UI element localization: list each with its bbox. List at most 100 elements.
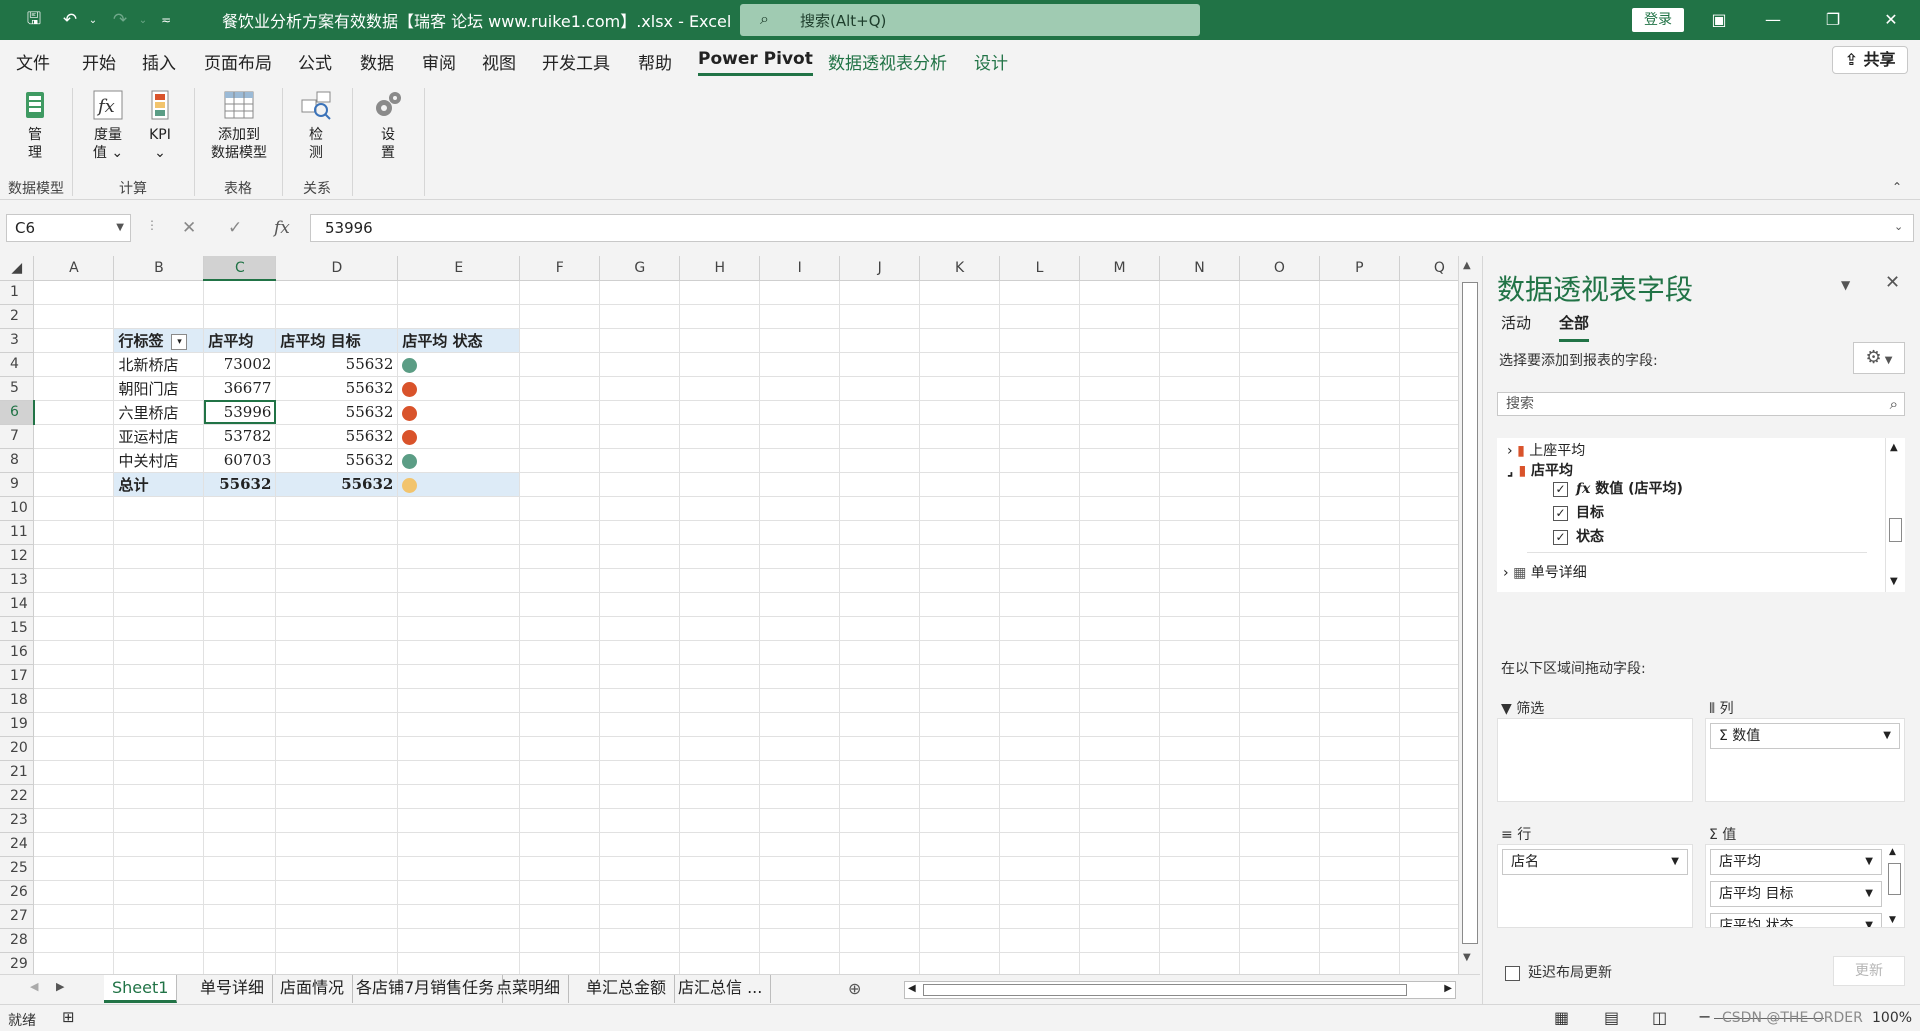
cell-b23[interactable] [113, 808, 205, 833]
cell-k21[interactable] [919, 760, 1001, 785]
cell-j25[interactable] [839, 856, 921, 881]
cell-b28[interactable] [113, 928, 205, 953]
cell-m3[interactable] [1079, 328, 1160, 353]
defer-checkbox[interactable] [1505, 965, 1520, 981]
row-header[interactable]: 14 [0, 592, 35, 617]
cell-e12[interactable] [397, 544, 521, 569]
normal-view-icon[interactable]: ▦ [1554, 1008, 1569, 1027]
cell-p11[interactable] [1319, 520, 1400, 545]
row-header[interactable]: 6 [0, 400, 35, 425]
cell-f26[interactable] [519, 880, 601, 905]
cell-d19[interactable] [275, 712, 399, 737]
cell-n11[interactable] [1159, 520, 1240, 545]
cell-o6[interactable] [1239, 400, 1320, 425]
cell-i24[interactable] [759, 832, 841, 857]
cell-i16[interactable] [759, 640, 841, 665]
cell-e23[interactable] [397, 808, 521, 833]
cell-f15[interactable] [519, 616, 601, 641]
cell-n14[interactable] [1159, 592, 1240, 617]
cell-f22[interactable] [519, 784, 601, 809]
restore-icon[interactable]: ❐ [1810, 0, 1856, 40]
cell-j7[interactable] [839, 424, 921, 449]
expand-formula-icon[interactable]: ⌄ [1894, 220, 1903, 233]
column-header-p[interactable]: P [1319, 256, 1400, 281]
cell-m22[interactable] [1079, 784, 1160, 809]
pane-layout-button[interactable]: ⚙ ▼ [1853, 342, 1905, 374]
field-list-scrollbar[interactable]: ▲ ▼ [1885, 438, 1905, 592]
cell-c19[interactable] [203, 712, 277, 737]
cell-c8[interactable]: 60703 [203, 448, 277, 473]
cell-a19[interactable] [33, 712, 115, 737]
minimize-icon[interactable]: — [1750, 0, 1796, 40]
scroll-up-icon[interactable]: ▲ [1463, 260, 1471, 271]
cell-i15[interactable] [759, 616, 841, 641]
row-header[interactable]: 17 [0, 664, 35, 689]
ribbon-display-icon[interactable]: ▣ [1696, 0, 1742, 40]
cell-f4[interactable] [519, 352, 601, 377]
scroll-up-icon[interactable]: ▲ [1890, 442, 1898, 453]
cell-i22[interactable] [759, 784, 841, 809]
undo-dropdown-icon[interactable]: ⌄ [86, 8, 100, 32]
cell-g26[interactable] [599, 880, 681, 905]
cell-m15[interactable] [1079, 616, 1160, 641]
cell-p16[interactable] [1319, 640, 1400, 665]
cell-g23[interactable] [599, 808, 681, 833]
column-header-k[interactable]: K [919, 256, 1001, 281]
row-header[interactable]: 24 [0, 832, 35, 857]
cell-e2[interactable] [397, 304, 521, 329]
cell-f28[interactable] [519, 928, 601, 953]
kpi-button[interactable]: KPI ⌄ [142, 88, 178, 162]
cell-o11[interactable] [1239, 520, 1320, 545]
cell-b2[interactable] [113, 304, 205, 329]
redo-dropdown-icon[interactable]: ⌄ [136, 8, 150, 32]
cell-f13[interactable] [519, 568, 601, 593]
cell-c25[interactable] [203, 856, 277, 881]
cell-f17[interactable] [519, 664, 601, 689]
cell-j4[interactable] [839, 352, 921, 377]
cell-g5[interactable] [599, 376, 681, 401]
cell-c17[interactable] [203, 664, 277, 689]
cell-p18[interactable] [1319, 688, 1400, 713]
cell-n15[interactable] [1159, 616, 1240, 641]
cell-n19[interactable] [1159, 712, 1240, 737]
cell-b19[interactable] [113, 712, 205, 737]
cell-h2[interactable] [679, 304, 761, 329]
cell-d27[interactable] [275, 904, 399, 929]
cell-i5[interactable] [759, 376, 841, 401]
cell-c27[interactable] [203, 904, 277, 929]
cell-p20[interactable] [1319, 736, 1400, 761]
cell-g13[interactable] [599, 568, 681, 593]
cell-l12[interactable] [999, 544, 1081, 569]
close-pane-icon[interactable]: ✕ [1885, 272, 1900, 293]
cell-a17[interactable] [33, 664, 115, 689]
column-header-a[interactable]: A [33, 256, 115, 281]
tab-pivot-analyze[interactable]: 数据透视表分析 [828, 49, 947, 74]
cell-k24[interactable] [919, 832, 1001, 857]
cell-l23[interactable] [999, 808, 1081, 833]
cell-k13[interactable] [919, 568, 1001, 593]
save-icon[interactable]: 🖫 [20, 8, 48, 32]
row-header[interactable]: 1 [0, 280, 35, 305]
cell-e17[interactable] [397, 664, 521, 689]
cell-m21[interactable] [1079, 760, 1160, 785]
cell-h22[interactable] [679, 784, 761, 809]
cell-p5[interactable] [1319, 376, 1400, 401]
cell-b7[interactable]: 亚运村店 [113, 424, 205, 449]
cell-m23[interactable] [1079, 808, 1160, 833]
cell-f16[interactable] [519, 640, 601, 665]
cell-p27[interactable] [1319, 904, 1400, 929]
cell-c15[interactable] [203, 616, 277, 641]
cell-j13[interactable] [839, 568, 921, 593]
update-button[interactable]: 更新 [1833, 956, 1905, 986]
tab-review[interactable]: 审阅 [422, 49, 456, 74]
tab-view[interactable]: 视图 [482, 49, 516, 74]
cell-o10[interactable] [1239, 496, 1320, 521]
detect-button[interactable]: 检 测 [298, 88, 334, 162]
row-header[interactable]: 28 [0, 928, 35, 953]
cell-j19[interactable] [839, 712, 921, 737]
cell-n18[interactable] [1159, 688, 1240, 713]
cell-j28[interactable] [839, 928, 921, 953]
cell-o4[interactable] [1239, 352, 1320, 377]
column-header-n[interactable]: N [1159, 256, 1240, 281]
cell-k28[interactable] [919, 928, 1001, 953]
